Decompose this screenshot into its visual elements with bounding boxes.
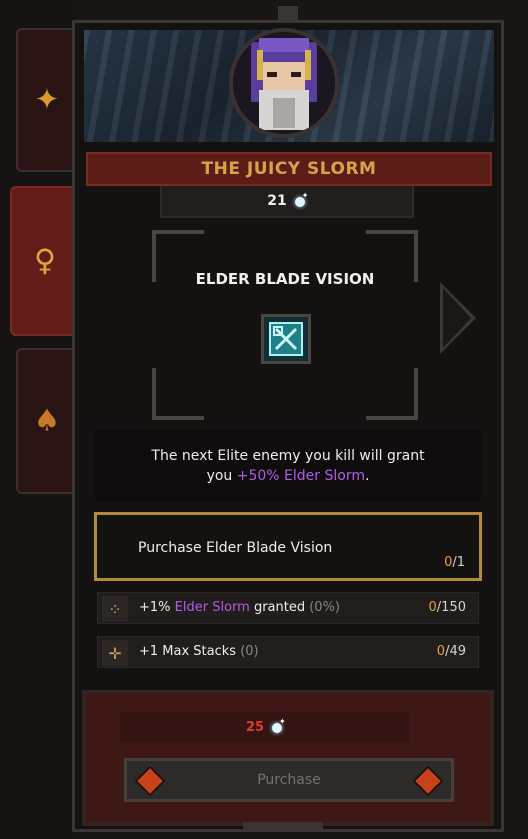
slorm-orb-icon: ✦	[270, 717, 286, 734]
blade-vision-icon[interactable]	[261, 314, 311, 364]
frame-handle	[243, 822, 323, 832]
upgrade-name: ELDER BLADE VISION	[195, 270, 375, 288]
scatter-icon: ⁘	[102, 596, 128, 622]
stat-text: +1 Max Stacks (0)	[139, 644, 259, 659]
tab-flame-star[interactable]: ✦	[16, 28, 78, 172]
tab-orb-target[interactable]: ♀	[10, 186, 80, 336]
stat-text: +1% Elder Slorm granted (0%)	[139, 600, 341, 615]
frame-corner	[152, 368, 204, 420]
purchase-upgrade-row[interactable]: Purchase Elder Blade Vision 0/1	[94, 512, 482, 581]
flame-icon: ♠	[33, 403, 61, 439]
cost-display: 25 ✦	[120, 712, 410, 742]
stat-row-max-stacks[interactable]: ✛ +1 Max Stacks (0) 0/49	[97, 636, 479, 668]
frame-corner	[366, 368, 418, 420]
wizard-portrait-icon	[233, 32, 335, 134]
purchase-button-label: Purchase	[257, 772, 321, 788]
currency-amount: 21	[267, 193, 287, 209]
purchase-max: /1	[452, 555, 465, 570]
cross-icon: ✛	[102, 640, 128, 666]
purchase-upgrade-label: Purchase Elder Blade Vision	[138, 540, 333, 556]
upgrade-description: The next Elite enemy you kill will grant…	[95, 430, 481, 502]
purchase-upgrade-count: 0/1	[444, 555, 465, 570]
character-title-bar: THE JUICY SLORM	[86, 152, 492, 186]
tab-flame[interactable]: ♠	[16, 348, 78, 494]
description-end: .	[364, 468, 370, 484]
slorm-orb-icon: ✦	[293, 191, 308, 208]
stat-count: 0/150	[428, 600, 466, 615]
description-highlight: +50% Elder Slorm	[236, 468, 365, 484]
cost-amount: 25	[245, 719, 265, 735]
currency-display: 21 ✦	[160, 186, 414, 218]
stat-row-elder-slorm[interactable]: ⁘ +1% Elder Slorm granted (0%) 0/150	[97, 592, 479, 624]
gem-icon	[134, 765, 166, 797]
character-portrait	[229, 28, 339, 138]
flame-star-icon: ✦	[34, 82, 60, 118]
gem-icon	[412, 765, 444, 797]
orb-target-icon: ♀	[34, 243, 56, 279]
upgrade-display: ELDER BLADE VISION	[152, 230, 418, 420]
stat-count: 0/49	[436, 644, 466, 659]
category-tab-strip: ✦ ♀ ♠	[0, 0, 80, 839]
purchase-button[interactable]: Purchase	[124, 758, 454, 802]
frame-ornament	[278, 6, 298, 20]
next-upgrade-arrow[interactable]	[440, 282, 476, 354]
character-title: THE JUICY SLORM	[201, 159, 377, 179]
